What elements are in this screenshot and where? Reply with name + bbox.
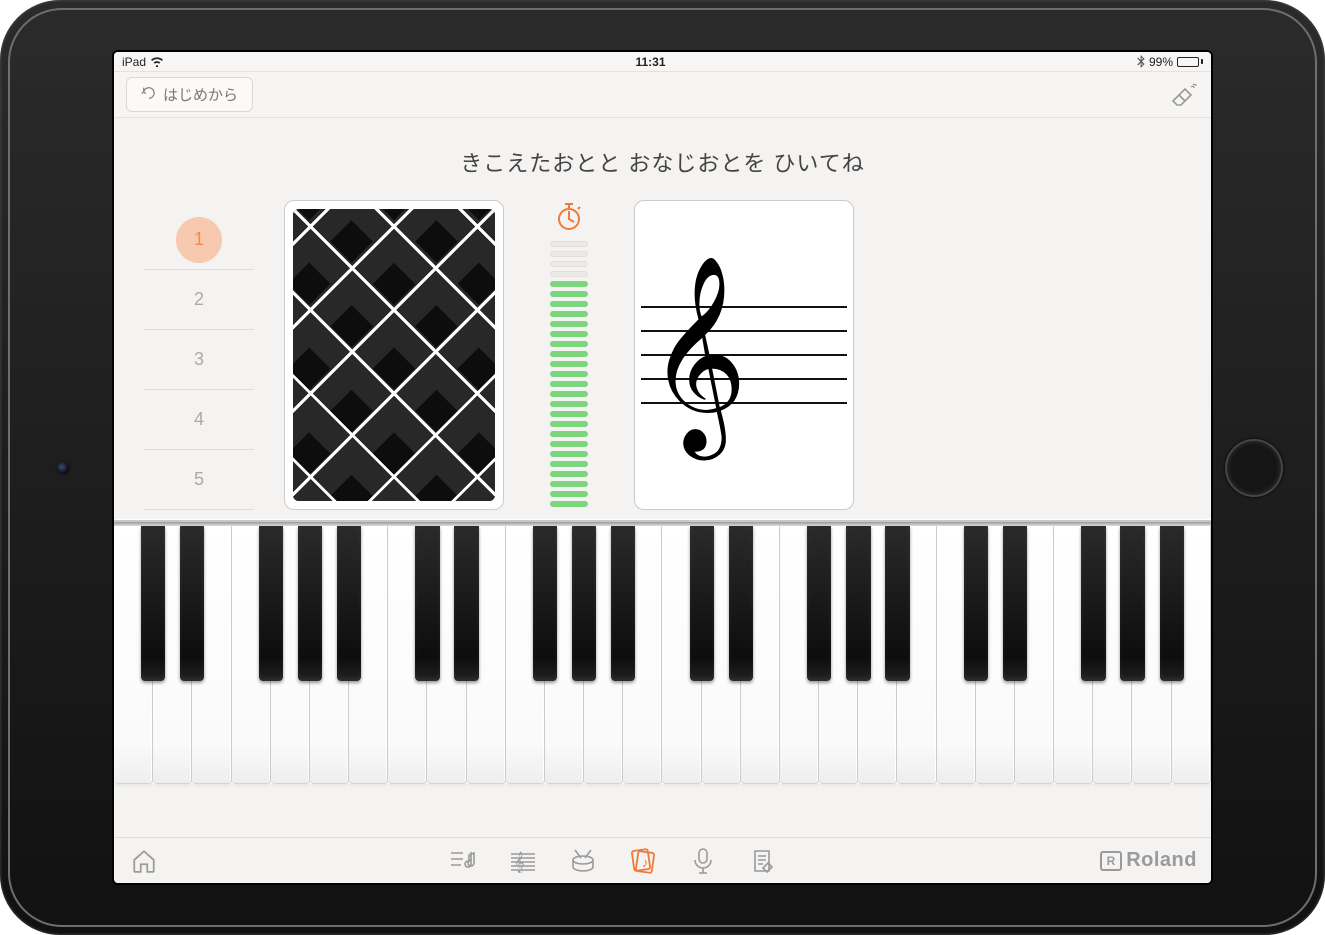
black-key[interactable] [180,526,204,681]
nav-mic-icon[interactable] [687,845,719,877]
timer-bar [550,331,588,337]
timer-bars [550,241,588,507]
timer-bar [550,251,588,257]
timer-bar [550,351,588,357]
black-key[interactable] [964,526,988,681]
step-3[interactable]: 3 [144,330,254,390]
black-key[interactable] [337,526,361,681]
timer-bar [550,451,588,457]
brand-logo: R Roland [1100,849,1197,872]
top-toolbar: はじめから [114,72,1211,118]
timer-bar [550,381,588,387]
timer-bar [550,341,588,347]
timer-bar [550,241,588,247]
battery-percent: 99% [1149,55,1173,69]
step-4[interactable]: 4 [144,390,254,450]
undo-icon [141,85,157,105]
device-label: iPad [122,55,146,69]
black-key[interactable] [846,526,870,681]
timer-bar [550,281,588,287]
timer-bar [550,501,588,507]
treble-clef-icon: 𝄞 [641,302,847,407]
timer-bar [550,431,588,437]
brand-name: Roland [1126,849,1197,872]
black-key[interactable] [611,526,635,681]
black-key[interactable] [1081,526,1105,681]
eraser-button[interactable] [1165,80,1199,110]
bottom-nav: 𝄞 ♪ R Roland [114,837,1211,883]
brand-badge: R [1100,851,1122,871]
black-key[interactable] [141,526,165,681]
svg-text:𝄞: 𝄞 [514,852,525,873]
timer-bar [550,321,588,327]
question-card[interactable] [284,200,504,510]
argyle-pattern [293,209,495,501]
instruction-text: きこえたおとと おなじおとを ひいてね [114,118,1211,200]
svg-text:♪: ♪ [642,855,649,870]
step-list: 1 2 3 4 5 [144,200,254,510]
restart-label: はじめから [163,84,238,105]
black-key[interactable] [454,526,478,681]
timer-bar [550,401,588,407]
wifi-icon [150,56,164,67]
timer-bar [550,441,588,447]
black-key[interactable] [729,526,753,681]
black-key[interactable] [807,526,831,681]
black-key[interactable] [690,526,714,681]
black-key[interactable] [1160,526,1184,681]
nav-playlist-icon[interactable] [447,845,479,877]
piano [114,520,1211,784]
clock: 11:31 [635,55,665,69]
timer-bar [550,361,588,367]
answer-card[interactable]: 𝄞 [634,200,854,510]
nav-score-icon[interactable]: 𝄞 [507,845,539,877]
black-key[interactable] [533,526,557,681]
timer-bar [550,291,588,297]
timer-bar [550,371,588,377]
timer-bar [550,421,588,427]
timer-bar [550,301,588,307]
battery-icon [1177,57,1203,67]
timer-bar [550,491,588,497]
black-key[interactable] [572,526,596,681]
stopwatch-icon [556,202,582,235]
content-area: きこえたおとと おなじおとを ひいてね 1 2 3 4 5 [114,118,1211,837]
screen: iPad 11:31 99% [114,52,1211,883]
status-bar: iPad 11:31 99% [114,52,1211,72]
step-1[interactable]: 1 [144,210,254,270]
timer-bar [550,411,588,417]
step-5[interactable]: 5 [144,450,254,510]
nav-flashcard-icon[interactable]: ♪ [627,845,659,877]
black-key[interactable] [415,526,439,681]
game-row: 1 2 3 4 5 [114,200,1211,520]
timer-bar [550,271,588,277]
bluetooth-icon [1137,55,1145,68]
timer-bar [550,311,588,317]
timer-column [534,200,604,510]
home-button[interactable] [1225,439,1283,497]
timer-bar [550,261,588,267]
black-key[interactable] [885,526,909,681]
timer-bar [550,391,588,397]
ipad-frame: iPad 11:31 99% [0,0,1325,935]
timer-bar [550,471,588,477]
black-key[interactable] [298,526,322,681]
device-camera [57,462,69,474]
timer-bar [550,481,588,487]
black-key[interactable] [1003,526,1027,681]
timer-bar [550,461,588,467]
nav-write-icon[interactable] [747,845,779,877]
black-key[interactable] [259,526,283,681]
restart-button[interactable]: はじめから [126,77,253,112]
step-2[interactable]: 2 [144,270,254,330]
black-key[interactable] [1120,526,1144,681]
nav-drum-icon[interactable] [567,845,599,877]
nav-home-icon[interactable] [128,845,160,877]
